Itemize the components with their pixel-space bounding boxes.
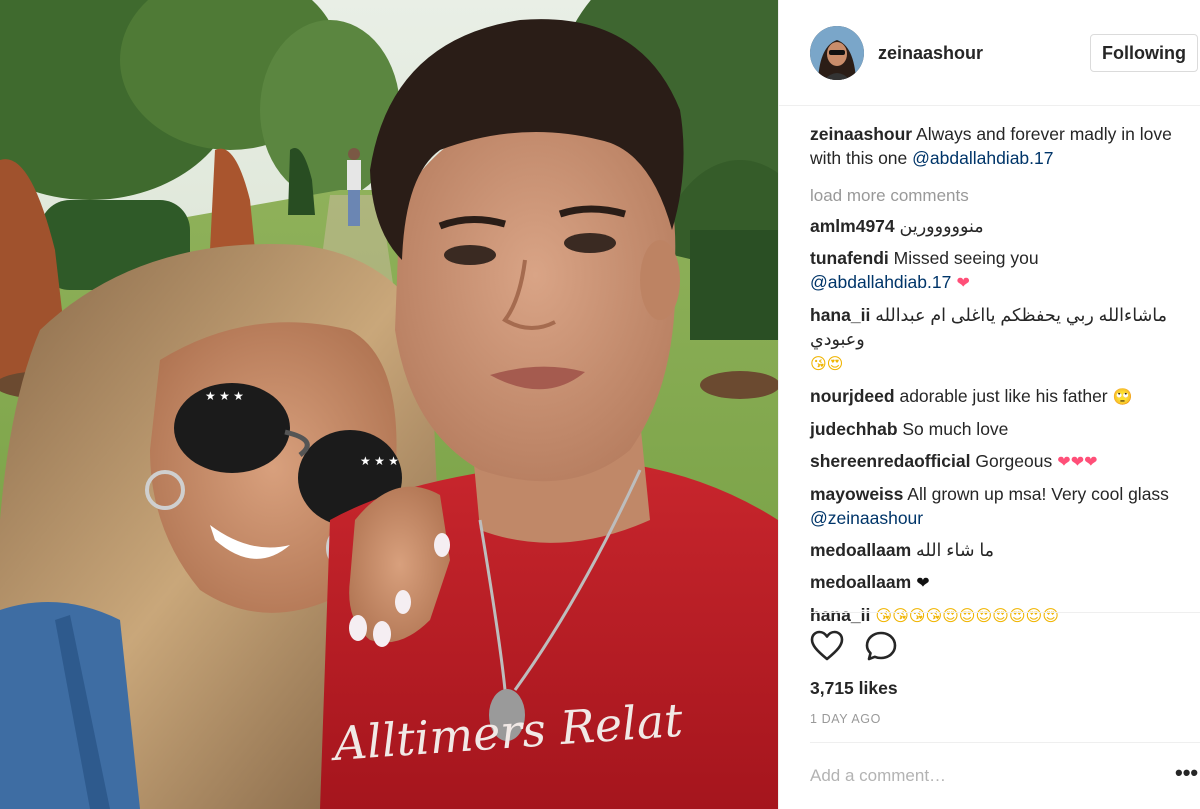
heart-emoji: ❤	[951, 273, 970, 292]
post-actions	[810, 630, 930, 666]
post-caption: zeinaashour Always and forever madly in …	[810, 122, 1190, 170]
comment-item: hana_ii 😘😘😘😘😍😍😍😍😍😍😍	[810, 603, 1190, 628]
comment-text: Gorgeous	[970, 451, 1053, 471]
comment-item: nourjdeed adorable just like his father …	[810, 384, 1190, 409]
comment-item: mayoweiss All grown up msa! Very cool gl…	[810, 482, 1190, 530]
eye-roll-emoji: 🙄	[1107, 387, 1133, 406]
comment-text: ما شاء الله	[911, 540, 995, 560]
author-avatar[interactable]	[810, 26, 864, 80]
comment-username[interactable]: hana_ii	[810, 605, 870, 625]
svg-text:★ ★ ★: ★ ★ ★	[360, 454, 399, 468]
hearts-emoji: ❤❤❤	[1052, 452, 1098, 471]
comment-username[interactable]: mayoweiss	[810, 484, 903, 504]
comment-username[interactable]: shereenredaofficial	[810, 451, 970, 471]
author-username[interactable]: zeinaashour	[878, 43, 983, 64]
comment-username[interactable]: judechhab	[810, 419, 898, 439]
comment-divider	[810, 742, 1200, 743]
black-heart-emoji: ❤	[911, 573, 930, 592]
post-details-panel: zeinaashour Following zeinaashour Always…	[778, 0, 1200, 809]
following-button[interactable]: Following	[1090, 34, 1198, 72]
ellipsis-icon[interactable]: •••	[1175, 762, 1198, 786]
kiss-heart-eyes-emoji: 😘😘😘😘😍😍😍😍😍😍😍	[870, 606, 1059, 625]
selfie-image: ★ ★ ★ ★ ★ ★ Alltimers Relat	[0, 0, 778, 809]
comments-list: zeinaashour Always and forever madly in …	[810, 122, 1190, 636]
comment-text: adorable just like his father	[894, 386, 1108, 406]
post-photo[interactable]: ★ ★ ★ ★ ★ ★ Alltimers Relat	[0, 0, 778, 809]
comment-item: judechhab So much love	[810, 417, 1190, 441]
add-comment-input[interactable]	[810, 764, 1150, 788]
comment-item: amlm4974 منووووورين	[810, 214, 1190, 238]
comment-username[interactable]: hana_ii	[810, 305, 870, 325]
comment-username[interactable]: amlm4974	[810, 216, 895, 236]
comment-username[interactable]: medoallaam	[810, 540, 911, 560]
comment-text: منووووورين	[894, 216, 984, 236]
heart-outline-icon[interactable]	[810, 630, 846, 666]
comment-text: Missed seeing you	[888, 248, 1039, 268]
comment-item: medoallaam ❤	[810, 570, 1190, 595]
comment-username[interactable]: medoallaam	[810, 572, 911, 592]
comment-text: So much love	[897, 419, 1009, 439]
comment-item: tunafendi Missed seeing you @abdallahdia…	[810, 246, 1190, 295]
caption-username[interactable]: zeinaashour	[810, 124, 912, 144]
svg-text:★ ★ ★: ★ ★ ★	[205, 389, 244, 403]
load-more-comments-link[interactable]: load more comments	[810, 184, 1190, 208]
kiss-heart-eyes-emoji: 😘😍	[810, 354, 844, 373]
actions-divider	[810, 612, 1200, 613]
comment-username[interactable]: tunafendi	[810, 248, 889, 268]
comment-item: hana_ii ماشاءالله ربي يحفظكم يااغلى ام ع…	[810, 303, 1190, 376]
caption-mention[interactable]: @abdallahdiab.17	[912, 148, 1053, 168]
speech-bubble-icon[interactable]	[864, 630, 900, 666]
comment-text: All grown up msa! Very cool glass	[903, 484, 1169, 504]
comment-item: medoallaam ما شاء الله	[810, 538, 1190, 562]
comment-mention[interactable]: @abdallahdiab.17	[810, 272, 951, 292]
comment-username[interactable]: nourjdeed	[810, 386, 895, 406]
post-timestamp[interactable]: 1 DAY AGO	[810, 712, 881, 726]
comment-item: shereenredaofficial Gorgeous ❤❤❤	[810, 449, 1190, 474]
post-header: zeinaashour Following	[779, 0, 1200, 106]
likes-count[interactable]: 3,715 likes	[810, 678, 898, 699]
comment-mention[interactable]: @zeinaashour	[810, 508, 923, 528]
